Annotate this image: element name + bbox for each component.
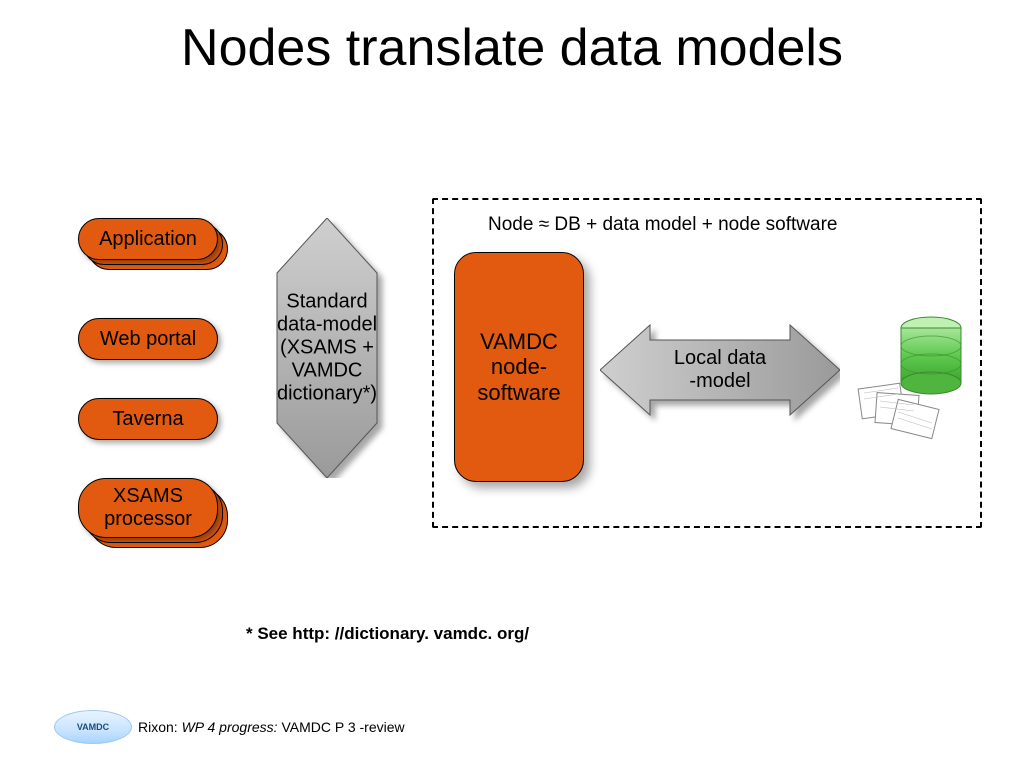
footer: VAMDC Rixon: WP 4 progress: VAMDC P 3 -r… (54, 710, 405, 744)
footer-text: Rixon: WP 4 progress: VAMDC P 3 -review (138, 719, 405, 735)
node-caption: Node ≈ DB + data model + node software (488, 214, 837, 236)
arrow-label: Local data -model (674, 347, 766, 393)
footer-tail: VAMDC P 3 -review (281, 719, 404, 735)
text-line: -model (689, 370, 750, 392)
footer-italic: WP 4 progress: (182, 719, 278, 735)
text-line: data-model (277, 314, 377, 336)
pill-xsams-processor-stack: XSAMS processor (78, 478, 218, 538)
database-icon (856, 300, 966, 440)
vamdc-label: VAMDC node- software (477, 329, 560, 405)
pill-xsams-processor: XSAMS processor (78, 478, 218, 538)
pill-label: Taverna (112, 408, 183, 431)
arrow-standard-datamodel: Standard data-model (XSAMS + VAMDC dicti… (232, 218, 422, 478)
pill-label: Web portal (100, 328, 196, 351)
text-line: Standard (286, 291, 367, 313)
pill-taverna: Taverna (78, 398, 218, 440)
text-line: processor (104, 508, 192, 530)
slide-title: Nodes translate data models (0, 18, 1024, 78)
vamdc-logo: VAMDC (54, 710, 132, 744)
text-line: node- (491, 354, 547, 379)
pill-webportal-inner: Web portal (78, 318, 218, 360)
text-line: dictionary*) (277, 383, 377, 405)
arrow-local-datamodel: Local data -model (600, 310, 840, 430)
footer-author: Rixon: (138, 719, 178, 735)
logo-text: VAMDC (77, 722, 109, 732)
text-line: VAMDC (292, 360, 363, 382)
pill-webportal: Web portal (78, 318, 218, 360)
pill-application: Application (78, 218, 218, 260)
vamdc-node-software: VAMDC node- software (454, 252, 584, 482)
text-line: XSAMS (113, 485, 183, 507)
pill-label: XSAMS processor (104, 485, 192, 531)
text-line: (XSAMS + (280, 337, 374, 359)
footnote: * See http: //dictionary. vamdc. org/ (246, 624, 529, 644)
pill-label: Application (99, 228, 197, 251)
pill-taverna-inner: Taverna (78, 398, 218, 440)
pill-application-stack: Application (78, 218, 218, 260)
arrow-label: Standard data-model (XSAMS + VAMDC dicti… (277, 291, 377, 406)
text-line: software (477, 380, 560, 405)
text-line: Local data (674, 347, 766, 369)
text-line: VAMDC (480, 329, 558, 354)
